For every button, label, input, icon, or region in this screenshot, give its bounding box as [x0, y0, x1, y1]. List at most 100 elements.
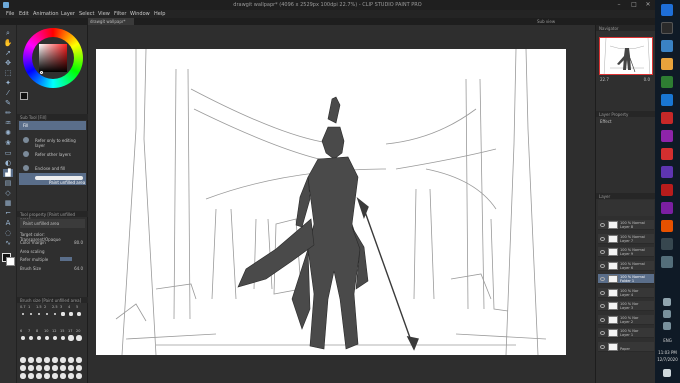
- brush-size-preset[interactable]: [52, 335, 58, 341]
- navigator-preview[interactable]: [599, 37, 653, 75]
- subtool-refer-editing[interactable]: Refer only to editing layer: [19, 135, 86, 148]
- app-icon[interactable]: [661, 202, 673, 214]
- visibility-eye-icon[interactable]: [600, 263, 605, 268]
- auto-select-icon[interactable]: ✦: [3, 79, 13, 87]
- brush-size-preset[interactable]: [68, 365, 74, 371]
- layer-row[interactable]: 100 % Normal Layer 8: [598, 220, 654, 230]
- menu-animation[interactable]: Animation: [33, 11, 59, 17]
- app-icon[interactable]: [661, 238, 673, 250]
- start-icon[interactable]: [661, 4, 673, 16]
- visibility-eye-icon[interactable]: [600, 277, 605, 281]
- brush-size-preset[interactable]: [28, 373, 34, 379]
- move-icon[interactable]: ✥: [3, 59, 13, 67]
- file-explorer-icon[interactable]: [661, 58, 673, 70]
- brush-size-preset[interactable]: [68, 373, 74, 379]
- sub-color-swatch[interactable]: [6, 257, 15, 266]
- menu-window[interactable]: Window: [130, 11, 150, 17]
- zoom-icon[interactable]: ⌕: [3, 29, 13, 37]
- layer-row[interactable]: 100 % Nor Layer 4: [598, 287, 654, 298]
- brush-size-preset[interactable]: [28, 357, 34, 363]
- brush-size-preset[interactable]: [52, 357, 58, 363]
- target-color-row[interactable]: Target color: Transparent/Opaque: [20, 232, 85, 242]
- figure-icon[interactable]: ◇: [3, 189, 13, 197]
- brush-size-preset[interactable]: [53, 312, 57, 316]
- fill-icon[interactable]: ▟: [3, 169, 13, 177]
- brush-size-preset[interactable]: [28, 365, 34, 371]
- brush-size-preset[interactable]: [44, 335, 50, 341]
- eraser-icon[interactable]: ▭: [3, 149, 13, 157]
- edge-icon[interactable]: [661, 76, 673, 88]
- layer-row[interactable]: 100 % Normal Layer 7: [598, 233, 654, 244]
- app-icon[interactable]: [661, 256, 673, 268]
- discord-icon[interactable]: [661, 166, 673, 178]
- maximize-button[interactable]: □: [627, 0, 641, 10]
- brush-size-preset[interactable]: [52, 373, 58, 379]
- refer-multiple-row[interactable]: Refer multiple: [20, 257, 85, 263]
- pencil-icon[interactable]: ✏: [3, 109, 13, 117]
- brush-size-preset[interactable]: [44, 373, 50, 379]
- brush-size-preset[interactable]: [60, 365, 66, 371]
- cloud-icon[interactable]: [663, 298, 671, 306]
- canvas-area[interactable]: [88, 25, 595, 383]
- notification-icon[interactable]: [663, 369, 671, 377]
- network-icon[interactable]: [663, 310, 671, 318]
- brush-size-preset[interactable]: [69, 312, 73, 316]
- visibility-eye-icon[interactable]: [600, 304, 605, 308]
- menu-layer[interactable]: Layer: [61, 11, 75, 17]
- brush-size-preset[interactable]: [37, 312, 41, 316]
- brush-size-preset[interactable]: [44, 357, 50, 363]
- selection-icon[interactable]: ⬚: [3, 69, 13, 77]
- clock-date[interactable]: 12/7/2020: [656, 357, 679, 362]
- subtool-search[interactable]: Fill: [19, 121, 86, 130]
- hand-icon[interactable]: ✋: [3, 39, 13, 47]
- layer-row[interactable]: 100 % Nor Layer 3: [598, 301, 654, 311]
- minimize-button[interactable]: –: [612, 0, 626, 10]
- brush-size-preset[interactable]: [22, 313, 24, 315]
- color-pointer[interactable]: [40, 71, 43, 74]
- brush-icon[interactable]: ♒: [3, 119, 13, 127]
- brush-size-preset[interactable]: [29, 312, 33, 316]
- decoration-icon[interactable]: ❀: [3, 139, 13, 147]
- brush-size-preset[interactable]: [77, 312, 81, 316]
- brush-size-preset[interactable]: [20, 357, 26, 363]
- layer-row[interactable]: 100 % Nor Layer 2: [598, 314, 654, 325]
- document-tab[interactable]: drawgit wallpapr*: [88, 18, 134, 25]
- visibility-eye-icon[interactable]: [600, 344, 605, 349]
- menu-select[interactable]: Select: [79, 11, 94, 17]
- visibility-eye-icon[interactable]: [600, 250, 605, 254]
- menu-view[interactable]: View: [98, 11, 110, 17]
- brush-size-preset[interactable]: [68, 335, 74, 341]
- layer-row[interactable]: 100 % Normal Layer 9: [598, 247, 654, 257]
- blend-icon[interactable]: ◐: [3, 159, 13, 167]
- clip-studio-icon[interactable]: [661, 220, 673, 232]
- brush-size-preset[interactable]: [20, 373, 26, 379]
- brush-size-preset[interactable]: [60, 373, 66, 379]
- zoom-row[interactable]: 22.7 0.0: [600, 77, 652, 83]
- eyedropper-icon[interactable]: ⁄: [3, 89, 13, 97]
- refer-multiple-button[interactable]: [60, 257, 72, 261]
- media-icon[interactable]: [661, 184, 673, 196]
- drawing-canvas[interactable]: [96, 49, 566, 355]
- gradient-icon[interactable]: ▤: [3, 179, 13, 187]
- color-margin-row[interactable]: Color margin 80.0: [20, 240, 85, 246]
- brush-size-preset[interactable]: [21, 336, 25, 340]
- brush-size-preset[interactable]: [60, 357, 66, 363]
- clock-time[interactable]: 11:03 PM: [656, 350, 679, 355]
- brush-size-preset[interactable]: [52, 365, 58, 371]
- search-icon[interactable]: [661, 22, 673, 34]
- area-scaling-row[interactable]: Area scaling: [20, 249, 85, 255]
- visibility-eye-icon[interactable]: [600, 331, 605, 335]
- menu-help[interactable]: Help: [154, 11, 165, 17]
- brush-size-preset[interactable]: [76, 335, 82, 341]
- brush-size-preset[interactable]: [61, 312, 65, 316]
- brush-size-preset[interactable]: [36, 373, 42, 379]
- browser-icon[interactable]: [661, 148, 673, 160]
- subtool-refer-other[interactable]: Refer other layers: [19, 149, 86, 159]
- menu-edit[interactable]: Edit: [19, 11, 29, 17]
- correct-line-icon[interactable]: ∿: [3, 239, 13, 247]
- brush-size-row[interactable]: Brush Size 64.0: [20, 266, 85, 272]
- menu-filter[interactable]: Filter: [114, 11, 126, 17]
- brush-size-preset[interactable]: [36, 357, 42, 363]
- app-icon[interactable]: [661, 130, 673, 142]
- brush-size-preset[interactable]: [45, 312, 49, 316]
